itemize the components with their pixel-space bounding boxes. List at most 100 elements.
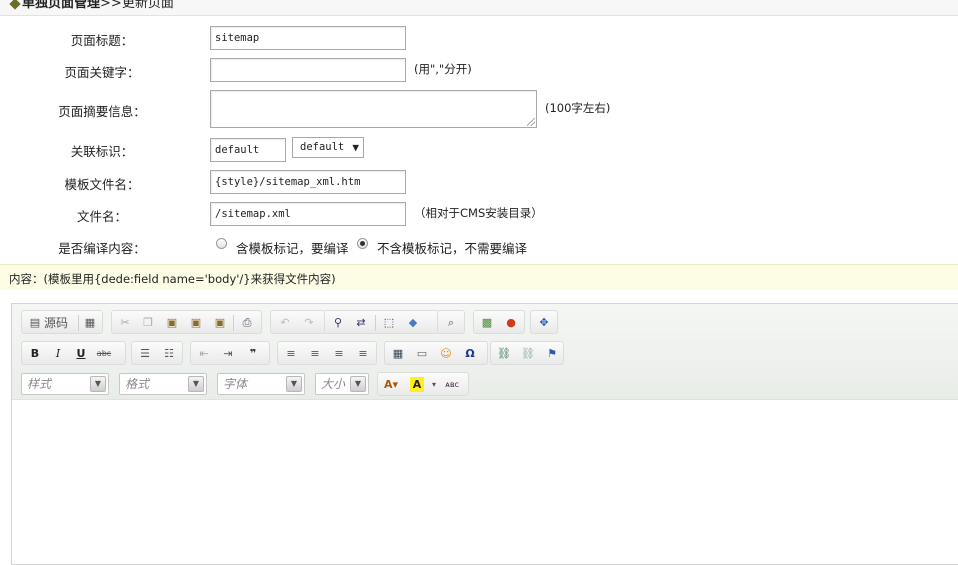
toolbar-separator [233, 315, 234, 331]
combo-arrow-icon[interactable]: ▼ [188, 376, 204, 392]
breadcrumb-section[interactable]: 单独页面管理 [22, 0, 100, 11]
replace-icon[interactable]: ⇄ [351, 314, 371, 332]
format-combo[interactable]: 格式 ▼ [119, 373, 207, 395]
filename-label: 文件名： [76, 209, 127, 224]
toolbar-group-clipboard: ✂ ❐ ▣ ▣ ▣ ⎙ [111, 310, 262, 334]
title-label: 页面标题： [70, 33, 134, 48]
toolbar-group-find: ⚲ ⇄ ⬚ ◆ [324, 310, 439, 334]
blockquote-icon[interactable]: ❞ [243, 345, 263, 363]
bg-color-dropdown-icon[interactable]: ▾ [424, 376, 444, 394]
align-left-icon[interactable]: ≡ [281, 345, 301, 363]
font-combo-label: 字体 [223, 377, 248, 391]
special-char-icon[interactable]: Ω [460, 345, 480, 363]
filename-input[interactable]: /sitemap.xml [210, 202, 406, 226]
flash-icon[interactable]: ● [501, 314, 521, 332]
align-center-icon[interactable]: ≡ [305, 345, 325, 363]
compile-radio-no[interactable] [357, 238, 368, 249]
templates-icon[interactable]: ▦ [80, 314, 100, 332]
italic-icon[interactable]: I [48, 345, 68, 363]
tag-label: 关联标识： [70, 144, 134, 159]
underline-icon[interactable]: U [71, 345, 91, 363]
toolbar-group-align: ≡ ≡ ≡ ≡ [277, 341, 377, 365]
diamond-icon [9, 0, 21, 10]
tag-select-value: default [300, 141, 345, 153]
eraser-icon[interactable]: ◆ [403, 314, 423, 332]
anchor-flag-icon[interactable]: ⚑ [542, 345, 562, 363]
toolbar-group-colors: A▾ A ▾ ᴀʙᴄ [377, 372, 469, 396]
font-combo[interactable]: 字体 ▼ [217, 373, 305, 395]
strike-icon[interactable]: abc [94, 345, 114, 363]
template-input[interactable]: {style}/sitemap_xml.htm [210, 170, 406, 194]
maximize-icon[interactable]: ✥ [534, 314, 554, 332]
combo-arrow-icon[interactable]: ▼ [286, 376, 302, 392]
find-icon[interactable]: ⚲ [328, 314, 348, 332]
title-input[interactable]: sitemap [210, 26, 406, 50]
source-button[interactable]: 源码 [44, 314, 68, 332]
undo-icon[interactable]: ↶ [275, 314, 295, 332]
align-right-icon[interactable]: ≡ [329, 345, 349, 363]
toolbar-separator [375, 315, 376, 331]
text-color-icon[interactable]: A▾ [381, 376, 401, 394]
combo-arrow-icon[interactable]: ▼ [350, 376, 366, 392]
content-bar: 内容：(模板里用{dede:field name='body'/}来获得文件内容… [0, 264, 958, 290]
cut-icon[interactable]: ✂ [115, 314, 135, 332]
style-combo-label: 样式 [27, 377, 52, 391]
toolbar-group-basic: B I U abc [21, 341, 126, 365]
compile-option-no-label[interactable]: 不含模板标记，不需要编译 [377, 238, 527, 257]
paste-icon[interactable]: ▣ [162, 314, 182, 332]
summary-label: 页面摘要信息： [58, 104, 146, 119]
summary-hint: (100字左右) [545, 101, 611, 115]
tag-input[interactable]: default [210, 138, 286, 162]
outdent-icon[interactable]: ⇤ [194, 345, 214, 363]
link-icon[interactable]: ⛓ [494, 345, 514, 363]
toolbar-separator [78, 315, 79, 331]
numbered-list-icon[interactable]: ☰ [135, 345, 155, 363]
print-icon[interactable]: ⎙ [237, 314, 257, 332]
summary-textarea[interactable] [210, 90, 537, 128]
preview-icon[interactable]: ⌕ [441, 314, 461, 332]
smiley-icon[interactable]: ☺ [436, 345, 456, 363]
compile-option-yes-label[interactable]: 含模板标记，要编译 [236, 238, 349, 257]
align-justify-icon[interactable]: ≡ [353, 345, 373, 363]
compile-radio-yes[interactable] [216, 238, 227, 249]
format-combo-label: 格式 [125, 377, 150, 391]
compile-label: 是否编译内容： [58, 241, 146, 256]
image-icon[interactable]: ▩ [477, 314, 497, 332]
paste-word-icon[interactable]: ▣ [210, 314, 230, 332]
style-combo[interactable]: 样式 ▼ [21, 373, 109, 395]
source-icon[interactable]: ▤ [25, 314, 45, 332]
breadcrumb-page: 更新页面 [121, 0, 174, 11]
template-label: 模板文件名： [64, 177, 140, 192]
content-label: 内容：(模板里用{dede:field name='body'/}来获得文件内容… [9, 272, 336, 286]
horizontal-rule-icon[interactable]: ▭ [412, 345, 432, 363]
paste-text-icon[interactable]: ▣ [186, 314, 206, 332]
keywords-label: 页面关键字： [64, 65, 140, 80]
rich-text-editor: ▤ 源码 ▦ ✂ ❐ ▣ ▣ ▣ ⎙ ↶ ↷ ⚲ ⇄ ⬚ ◆ ⌕ ▩ ● ✥ B… [11, 303, 958, 565]
resize-grip-icon[interactable] [527, 118, 535, 126]
bg-color-icon[interactable]: A [410, 377, 424, 392]
size-combo[interactable]: 大小 ▼ [315, 373, 369, 395]
redo-icon[interactable]: ↷ [299, 314, 319, 332]
bullet-list-icon[interactable]: ☷ [159, 345, 179, 363]
toolbar-group-indent: ⇤ ⇥ ❞ [190, 341, 270, 365]
editor-content-area[interactable] [12, 401, 958, 564]
breadcrumb-separator: >> [100, 0, 122, 11]
tag-select[interactable]: default ▼ [292, 137, 364, 158]
combo-arrow-icon[interactable]: ▼ [90, 376, 106, 392]
size-combo-label: 大小 [321, 377, 346, 391]
keywords-input[interactable] [210, 58, 406, 82]
breadcrumb: 单独页面管理>>更新页面 [22, 0, 174, 12]
unlink-icon[interactable]: ⛓ [518, 345, 538, 363]
toolbar-group-lists: ☰ ☷ [131, 341, 183, 365]
table-icon[interactable]: ▦ [388, 345, 408, 363]
editor-toolbar: ▤ 源码 ▦ ✂ ❐ ▣ ▣ ▣ ⎙ ↶ ↷ ⚲ ⇄ ⬚ ◆ ⌕ ▩ ● ✥ B… [12, 304, 958, 400]
copy-icon[interactable]: ❐ [138, 314, 158, 332]
toolbar-group-insert: ▦ ▭ ☺ Ω [384, 341, 488, 365]
toolbar-group-preview: ⌕ [437, 310, 465, 334]
select-all-icon[interactable]: ⬚ [379, 314, 399, 332]
bold-icon[interactable]: B [25, 345, 45, 363]
toolbar-group-maximize: ✥ [530, 310, 558, 334]
keywords-hint: (用","分开) [414, 62, 472, 76]
remove-format-icon[interactable]: ᴀʙᴄ [442, 376, 462, 394]
indent-icon[interactable]: ⇥ [218, 345, 238, 363]
